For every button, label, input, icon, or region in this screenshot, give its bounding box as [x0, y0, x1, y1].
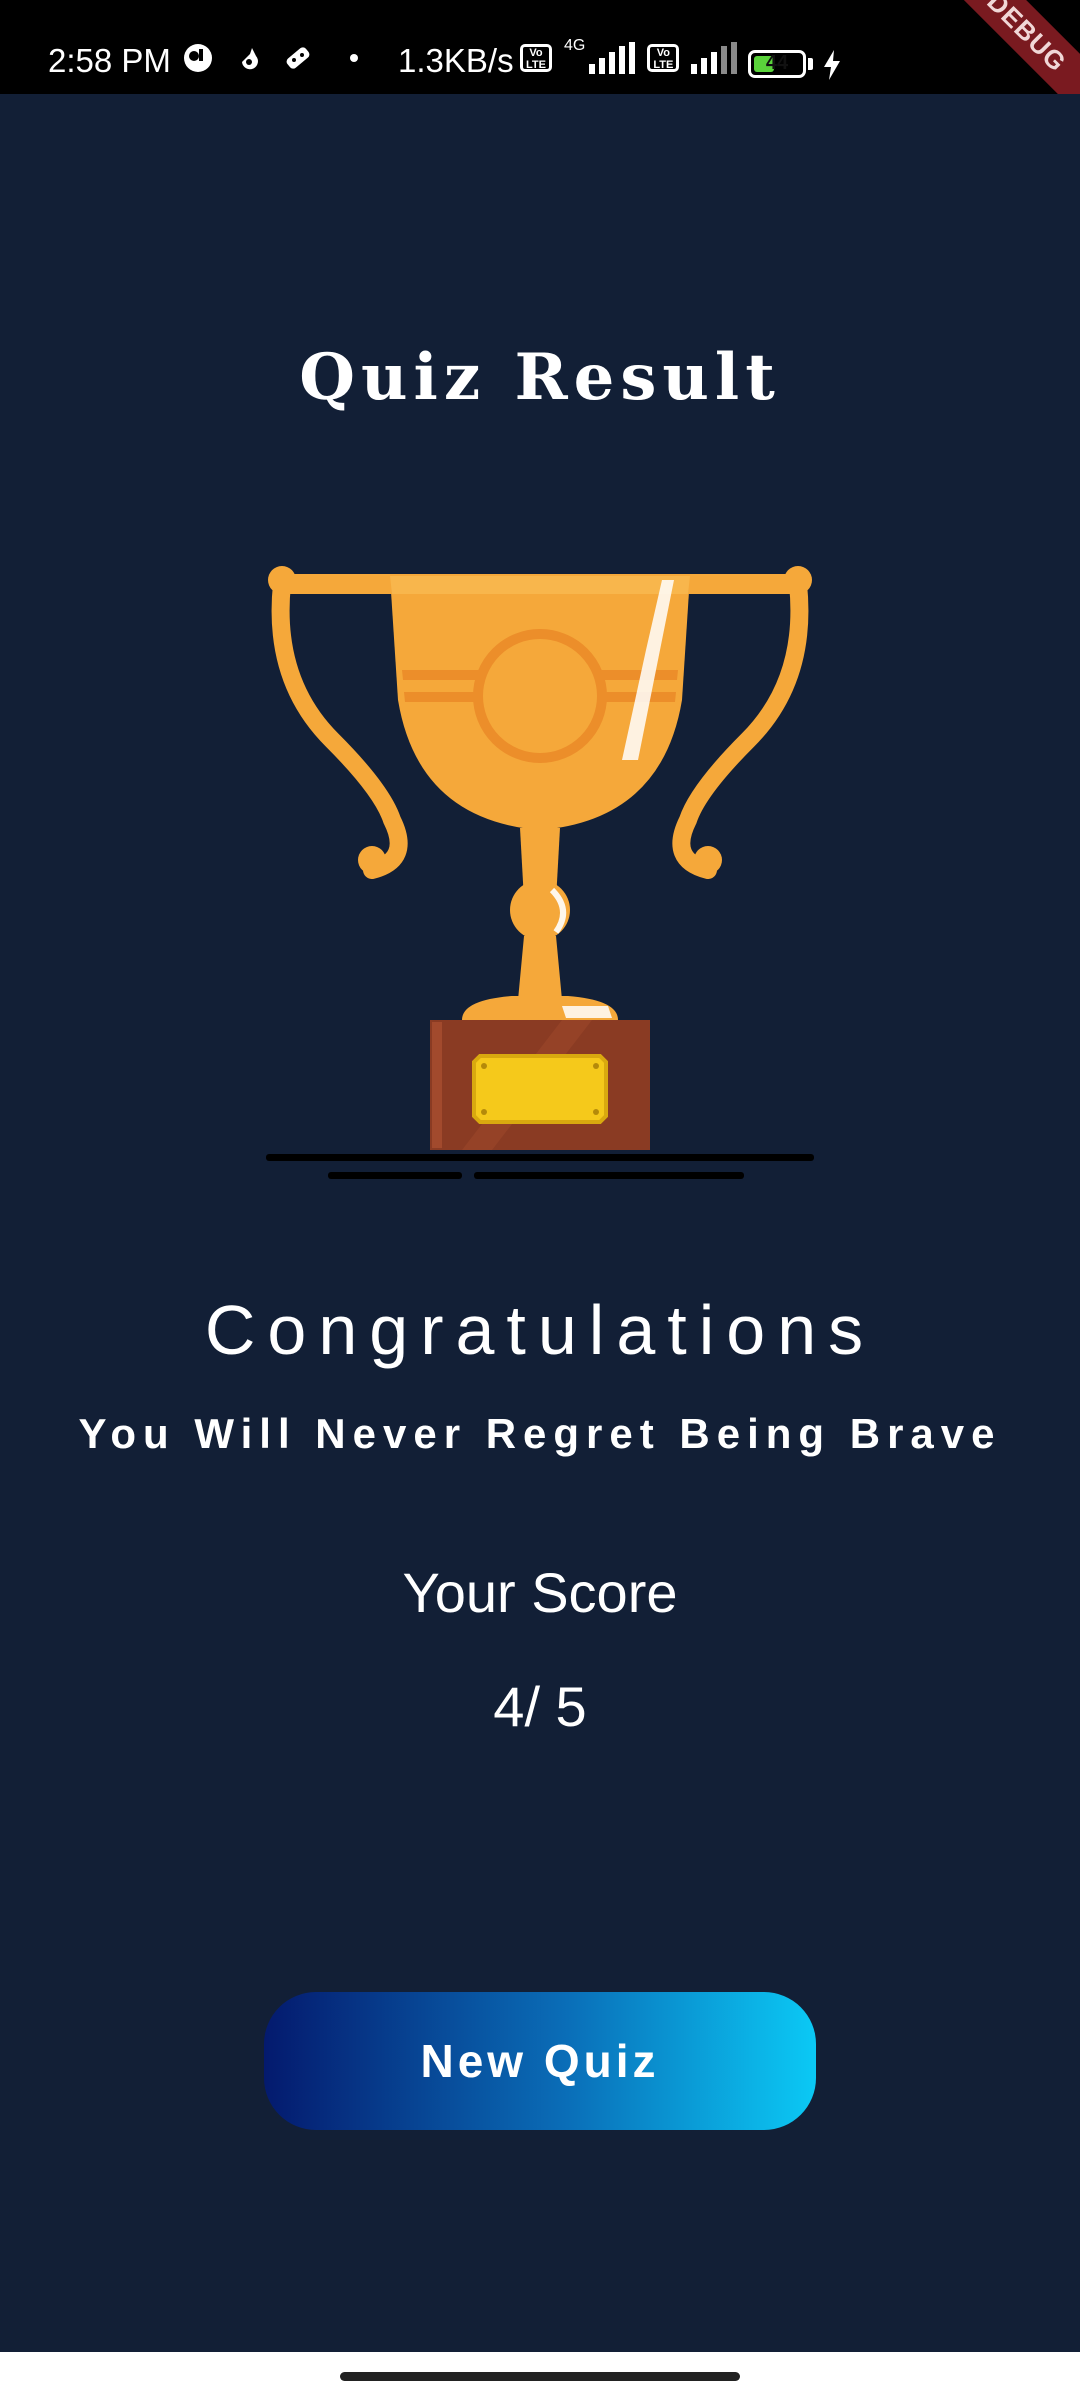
network-type: 4G — [564, 37, 586, 54]
gesture-icon — [242, 48, 258, 70]
game-icon — [286, 47, 310, 69]
battery-icon: 44 — [748, 50, 806, 78]
volte-icon-2: Vo LTE — [647, 44, 680, 72]
score-label: Your Score — [402, 1561, 678, 1624]
cell-signal-icon-2 — [691, 42, 738, 74]
status-time: 2:58 PM — [48, 42, 171, 79]
battery-tip — [808, 58, 813, 70]
notification-icon — [184, 44, 212, 72]
battery-level: 44 — [765, 52, 789, 74]
score-value: 4/ 5 — [493, 1675, 587, 1738]
page-title: Quiz Result — [299, 340, 781, 415]
signal-group: Vo LTE 4G Vo LTE — [520, 37, 738, 74]
status-bar: 2:58 PM 1.3KB/s Vo LTE 4G Vo LTE 44 DEBU… — [0, 0, 1080, 94]
motivation-subtitle: You Will Never Regret Being Brave — [78, 1410, 1002, 1457]
volte-icon: Vo LTE — [520, 44, 552, 72]
status-notification-icons — [182, 42, 358, 74]
home-indicator[interactable] — [340, 2372, 740, 2381]
new-quiz-button[interactable]: New Quiz — [264, 1992, 816, 2130]
navigation-bar — [0, 2352, 1080, 2400]
trophy-icon — [266, 566, 814, 1179]
debug-banner: DEBUG — [937, 0, 1080, 94]
cell-signal-icon — [589, 42, 636, 74]
network-speed: 1.3KB/s — [398, 42, 514, 79]
status-dot — [350, 54, 358, 62]
congratulations-heading: Congratulations — [204, 1291, 876, 1369]
charging-icon — [824, 50, 840, 80]
